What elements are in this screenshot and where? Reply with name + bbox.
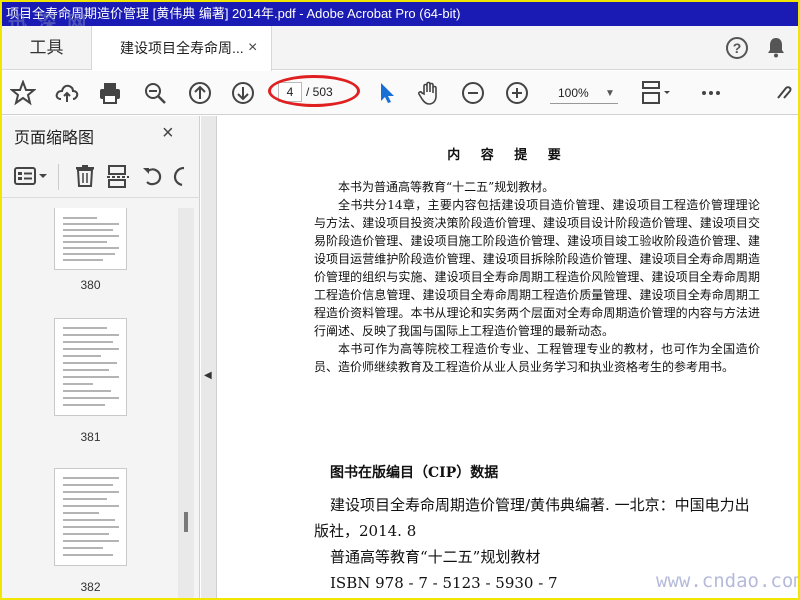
thumbnail-options-icon[interactable]	[14, 166, 48, 188]
title-bar: 项目全寿命周期造价管理 [黄伟典 编著] 2014年.pdf - Adobe A…	[2, 2, 798, 26]
zoom-dropdown-caret-icon[interactable]: ▼	[605, 83, 615, 105]
collapse-arrow-icon[interactable]: ◀	[204, 370, 212, 381]
thumbnail-label: 381	[80, 430, 101, 444]
star-icon[interactable]	[10, 80, 36, 106]
main-toolbar: 4 / 503 100% ▼	[2, 71, 798, 115]
page-up-icon[interactable]	[187, 80, 213, 106]
cip-heading: 图书在版编目（CIP）数据	[330, 465, 499, 481]
thumbnail-panel: 页面缩略图 × 380 381 382	[2, 116, 200, 598]
panel-close-button[interactable]: ×	[162, 122, 174, 145]
doc-paragraph: 本书可作为高等院校工程造价专业、工程管理专业的教材，也可作为全国造价员、造价师继…	[314, 342, 760, 374]
trash-icon[interactable]	[74, 164, 96, 188]
print-icon[interactable]	[97, 80, 123, 106]
doc-paragraph: 本书为普通高等教育“十二五”规划教材。	[338, 180, 555, 194]
help-icon[interactable]: ?	[726, 37, 748, 59]
zoom-out-icon[interactable]	[460, 80, 486, 106]
extract-pages-icon[interactable]	[106, 164, 130, 188]
panel-collapse-strip[interactable]	[201, 116, 217, 598]
doc-heading: 内 容 提 要	[447, 148, 569, 163]
zoom-in-icon[interactable]	[504, 80, 530, 106]
thumbnail-scroll-thumb[interactable]	[184, 512, 188, 532]
panel-tools-divider	[58, 164, 59, 190]
acrobat-window: 项目全寿命周期造价管理 [黄伟典 编著] 2014年.pdf - Adobe A…	[0, 0, 800, 600]
thumbnail-page[interactable]	[54, 318, 127, 416]
thumbnail-scrollbar[interactable]	[178, 208, 194, 598]
rotate-right-icon[interactable]	[172, 164, 186, 188]
hand-icon[interactable]	[416, 80, 442, 106]
panel-toolbar	[2, 156, 200, 198]
page-down-icon[interactable]	[230, 80, 256, 106]
thumbnail-page[interactable]	[54, 208, 127, 270]
more-icon[interactable]	[698, 80, 724, 106]
tab-tools[interactable]: 工具	[2, 26, 92, 70]
window-title: 项目全寿命周期造价管理 [黄伟典 编著] 2014年.pdf - Adobe A…	[6, 6, 461, 21]
thumbnail-page[interactable]	[54, 468, 127, 566]
select-cursor-icon[interactable]	[374, 80, 400, 106]
tab-close-button[interactable]: ×	[248, 26, 257, 70]
red-highlight-ellipse	[268, 75, 360, 107]
cip-line: ISBN 978 - 7 - 5123 - 5930 - 7	[330, 574, 558, 592]
tab-bar: 工具 建设项目全寿命周... × ?	[2, 26, 798, 71]
rotate-left-icon[interactable]	[140, 164, 164, 188]
thumbnail-label: 380	[80, 278, 101, 292]
tab-document[interactable]: 建设项目全寿命周...	[92, 26, 272, 71]
document-view: 内 容 提 要 本书为普通高等教育“十二五”规划教材。 全书共分14章，主要内容…	[218, 116, 798, 598]
cip-line: 普通高等教育“十二五”规划教材	[330, 548, 541, 566]
doc-paragraph: 全书共分14章，主要内容包括建设项目造价管理、建设项目工程造价管理理论与方法、建…	[314, 198, 760, 338]
page-display-icon[interactable]	[640, 80, 674, 106]
link-icon[interactable]	[774, 80, 794, 106]
zoom-search-icon[interactable]	[142, 80, 168, 106]
thumbnail-label: 382	[80, 580, 101, 594]
thumbnail-list: 380 381 382	[2, 208, 180, 598]
cip-line: 建设项目全寿命周期造价管理/黄伟典编著. 一北京：中国电力出版社，2014. 8	[314, 496, 750, 540]
zoom-value: 100%	[558, 86, 589, 100]
cloud-upload-icon[interactable]	[54, 80, 80, 106]
panel-title: 页面缩略图	[14, 130, 95, 147]
bell-icon[interactable]	[766, 36, 786, 58]
tab-document-label: 建设项目全寿命周...	[120, 40, 244, 56]
